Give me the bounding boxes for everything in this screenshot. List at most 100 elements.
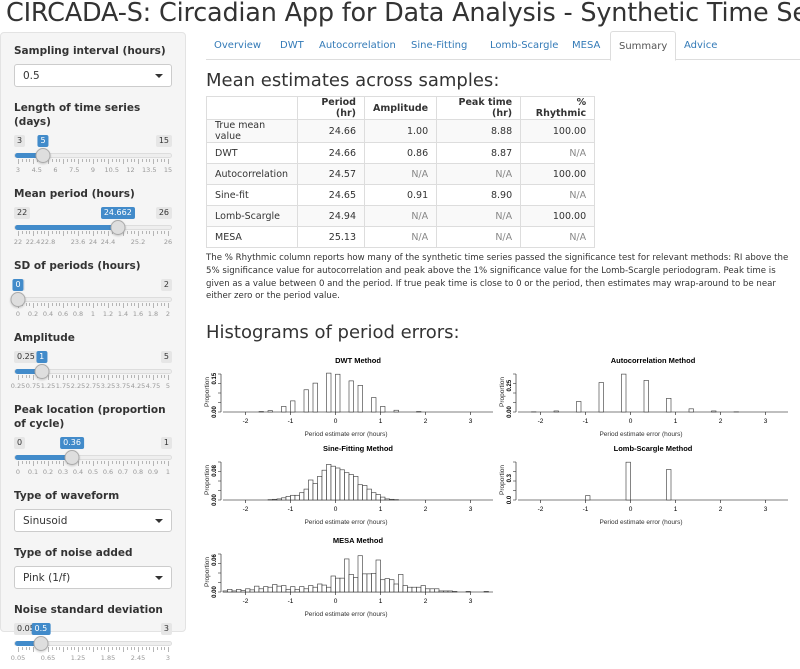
- slider-min-label: 0.25: [14, 351, 38, 363]
- histogram-bar: [712, 411, 717, 412]
- autocorrelation-histogram: Autocorrelation Method-2-101230.000.25Pe…: [498, 352, 790, 444]
- slider-tick: [74, 303, 75, 306]
- y-tick-label: 0.00: [507, 406, 513, 418]
- x-tick-label: -2: [538, 506, 544, 513]
- slider-handle[interactable]: [36, 148, 51, 163]
- tab-autocorrelation[interactable]: Autocorrelation: [311, 31, 404, 60]
- slider-tick: [168, 647, 169, 652]
- slider-handle[interactable]: [11, 292, 26, 307]
- slider-tick: [119, 159, 120, 162]
- slider-tick: [78, 647, 79, 652]
- tab-dwt[interactable]: DWT: [272, 31, 312, 60]
- slider-tick-label: 0.65: [41, 654, 55, 662]
- slider-tick-label: 10.5: [105, 166, 119, 174]
- slider-tick-label: 1: [91, 310, 95, 318]
- histogram-bar: [363, 574, 368, 592]
- waveform-select[interactable]: Sinusoid: [14, 509, 172, 532]
- y-tick-label: 0.06: [212, 554, 218, 566]
- slider-tick-label: 0.4: [43, 310, 53, 318]
- slider-tick: [48, 375, 49, 380]
- slider-tick: [29, 375, 30, 378]
- histogram-bar: [291, 401, 296, 412]
- slider-handle[interactable]: [34, 364, 49, 379]
- tab-mesa[interactable]: MESA: [564, 31, 608, 60]
- slider-track[interactable]: [14, 455, 172, 460]
- slider-tick: [131, 159, 132, 162]
- y-tick-label: 0.08: [212, 464, 218, 476]
- slider-tick: [74, 159, 75, 162]
- slider-tick: [29, 231, 30, 234]
- y-axis-label: Proportion: [204, 465, 211, 495]
- slider-tick: [153, 647, 154, 652]
- peak-location-slider[interactable]: 010.3600.10.20.30.40.50.60.70.80.91: [14, 437, 172, 483]
- tab-summary[interactable]: Summary: [610, 31, 676, 61]
- x-tick-label: -2: [243, 598, 249, 605]
- histogram-bar: [331, 466, 336, 500]
- table-row: MESA25.13N/AN/AN/A: [207, 227, 595, 248]
- tab-overview[interactable]: Overview: [206, 31, 269, 60]
- slider-tick: [37, 231, 38, 234]
- slider-tick: [26, 461, 27, 464]
- slider-tick-label: 3.75: [116, 382, 130, 390]
- slider-min-label: 22: [14, 207, 30, 219]
- slider-tick: [26, 159, 27, 162]
- slider-tick: [127, 303, 128, 306]
- table-row: Lomb-Scargle24.94N/AN/A100.00: [207, 206, 595, 227]
- slider-tick: [157, 231, 158, 234]
- slider-tick: [146, 647, 147, 650]
- mean-period-slider[interactable]: 222624.6622222.422.823.62424.425.226: [14, 207, 172, 253]
- slider-handle[interactable]: [33, 636, 48, 651]
- tab-lomb-scargle[interactable]: Lomb-Scargle: [482, 31, 566, 60]
- slider-tick-label: 13.5: [142, 166, 156, 174]
- slider-tick: [168, 375, 169, 380]
- slider-max-label: 3: [161, 623, 172, 635]
- slider-tick-label: 0.05: [11, 654, 25, 662]
- slider-tick: [157, 375, 158, 378]
- slider-tick: [18, 647, 19, 652]
- slider-tick: [33, 159, 34, 164]
- tab-sine-fitting[interactable]: Sine-Fitting: [403, 31, 475, 60]
- slider-tick: [52, 303, 53, 306]
- x-tick-label: 0: [629, 418, 633, 425]
- sampling-interval-select[interactable]: 0.5: [14, 64, 172, 87]
- histogram-bar: [322, 585, 327, 592]
- slider-tick-label: 1.85: [101, 654, 115, 662]
- slider-tick: [134, 647, 135, 650]
- slider-tick: [89, 231, 90, 234]
- x-tick-label: 3: [764, 506, 768, 513]
- noise-sd-label: Noise standard deviation: [14, 603, 172, 617]
- histogram-bar: [390, 580, 395, 592]
- slider-tick: [108, 159, 109, 164]
- slider-tick: [93, 647, 94, 652]
- slider-tick-label: 0.3: [58, 468, 68, 476]
- histogram-bar: [417, 587, 422, 592]
- slider-tick: [74, 375, 75, 378]
- histogram-bar: [336, 468, 341, 500]
- slider-tick-label: 0.75: [26, 382, 40, 390]
- slider-tick-label: 4.25: [131, 382, 145, 390]
- slider-tick: [41, 461, 42, 464]
- amplitude-slider[interactable]: 0.25510.250.751.251.752.252.753.253.754.…: [14, 351, 172, 397]
- histogram-bar: [268, 411, 273, 412]
- chart-title: MESA Method: [333, 536, 384, 545]
- noise-sd-slider[interactable]: 0.0530.50.050.651.251.852.453: [14, 623, 172, 669]
- column-header: % Rhythmic: [521, 97, 595, 120]
- slider-track[interactable]: [14, 225, 172, 230]
- noise-type-select[interactable]: Pink (1/f): [14, 566, 172, 589]
- slider-tick: [93, 461, 94, 466]
- slider-handle[interactable]: [110, 220, 125, 235]
- histogram-bar: [318, 584, 323, 592]
- tab-advice[interactable]: Advice: [676, 31, 725, 60]
- slider-min-label: 0: [14, 437, 25, 449]
- slider-track[interactable]: [14, 297, 172, 302]
- y-axis-label: Proportion: [204, 377, 211, 407]
- x-tick-label: 2: [424, 418, 428, 425]
- slider-handle[interactable]: [65, 450, 80, 465]
- sd-periods-slider[interactable]: 02000.20.40.60.811.21.41.61.82: [14, 279, 172, 325]
- slider-value-label: 1: [36, 351, 47, 363]
- length-days-slider[interactable]: 315534.567.5910.51213.515: [14, 135, 172, 181]
- slider-value-label: 0: [12, 279, 23, 291]
- histogram-bar: [228, 589, 233, 592]
- dwt-histogram: DWT Method-2-101230.000.15Period estimat…: [203, 352, 495, 444]
- slider-tick: [119, 647, 120, 650]
